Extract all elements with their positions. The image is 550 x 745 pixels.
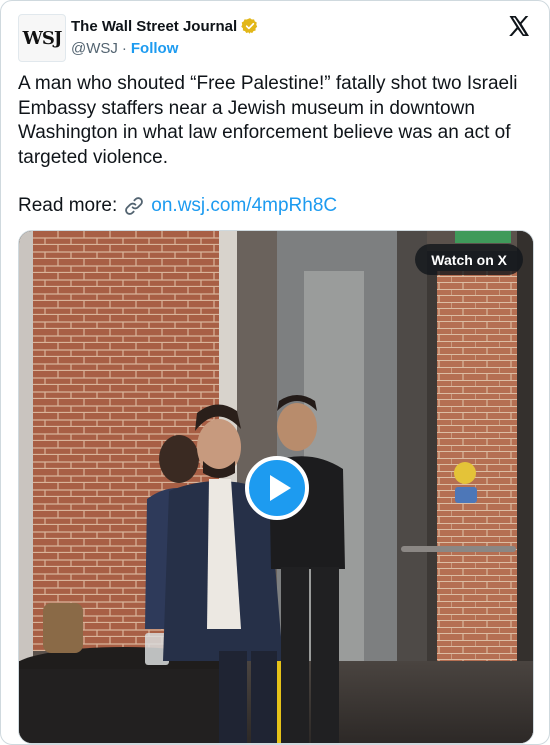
handle-row: @WSJ · Follow	[71, 40, 178, 57]
avatar[interactable]: WSJ	[18, 14, 66, 62]
avatar-text: WSJ	[22, 27, 63, 49]
play-button[interactable]	[245, 456, 309, 520]
watch-on-x-button[interactable]: Watch on X	[415, 244, 523, 275]
verified-badge-icon	[241, 18, 258, 34]
read-more-label: Read more:	[18, 195, 118, 216]
play-icon	[269, 475, 291, 501]
tweet-card: WSJ The Wall Street Journal @WSJ · Follo…	[0, 0, 550, 745]
account-handle[interactable]: @WSJ	[71, 40, 118, 57]
separator-dot: ·	[121, 40, 127, 57]
follow-button[interactable]: Follow	[131, 40, 179, 57]
link-icon	[125, 197, 144, 215]
watch-on-x-label: Watch on X	[431, 251, 507, 268]
x-logo-icon[interactable]	[507, 14, 531, 38]
read-more-row: Read more: on.wsj.com/4mpRh8C	[18, 194, 337, 218]
account-name[interactable]: The Wall Street Journal	[71, 18, 237, 35]
tweet-text: A man who shouted “Free Palestine!” fata…	[18, 73, 518, 168]
name-row: The Wall Street Journal	[71, 17, 259, 35]
video-thumbnail[interactable]: Watch on X	[18, 230, 534, 744]
article-link[interactable]: on.wsj.com/4mpRh8C	[151, 194, 337, 218]
